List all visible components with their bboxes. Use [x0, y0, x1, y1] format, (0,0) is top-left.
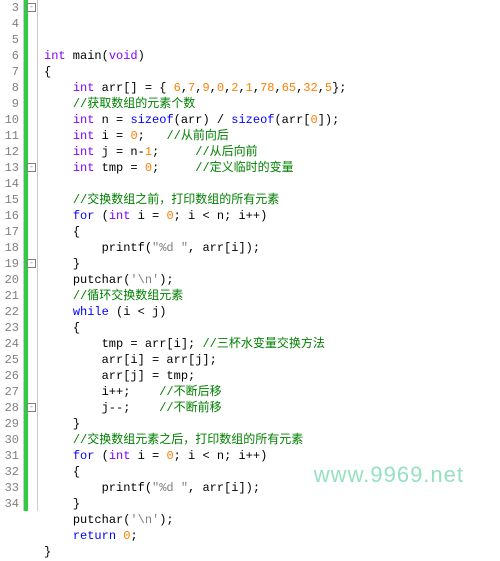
- code-line: for (int i = 0; i < n; i++): [44, 449, 500, 465]
- code-line: arr[j] = tmp;: [44, 369, 500, 385]
- line-number: 21: [2, 289, 19, 305]
- line-number-gutter: 3456789101112131415161718192021222324252…: [0, 0, 24, 511]
- code-line: {: [44, 225, 500, 241]
- code-line: arr[i] = arr[j];: [44, 353, 500, 369]
- line-number: 16: [2, 209, 19, 225]
- fold-toggle[interactable]: -: [27, 259, 36, 268]
- code-line: int i = 0; //从前向后: [44, 129, 500, 145]
- code-line: {: [44, 65, 500, 81]
- line-number: 31: [2, 449, 19, 465]
- line-number: 10: [2, 113, 19, 129]
- line-number: 22: [2, 305, 19, 321]
- code-line: int tmp = 0; //定义临时的变量: [44, 161, 500, 177]
- code-line: int arr[] = { 6,7,9,0,2,1,78,65,32,5};: [44, 81, 500, 97]
- code-line: while (i < j): [44, 305, 500, 321]
- line-number: 20: [2, 273, 19, 289]
- code-line: printf("%d ", arr[i]);: [44, 481, 500, 497]
- line-number: 30: [2, 433, 19, 449]
- code-line: [44, 177, 500, 193]
- line-number: 25: [2, 353, 19, 369]
- code-line: //获取数组的元素个数: [44, 97, 500, 113]
- code-line: //循环交换数组元素: [44, 289, 500, 305]
- line-number: 17: [2, 225, 19, 241]
- code-line: int main(void): [44, 49, 500, 65]
- line-number: 3: [2, 1, 19, 17]
- line-number: 14: [2, 177, 19, 193]
- code-line: i++; //不断后移: [44, 385, 500, 401]
- line-number: 6: [2, 49, 19, 65]
- line-number: 4: [2, 17, 19, 33]
- code-line: return 0;: [44, 529, 500, 545]
- line-number: 11: [2, 129, 19, 145]
- fold-margin: - - - -: [24, 0, 38, 511]
- code-area[interactable]: www.9969.net int main(void){ int arr[] =…: [38, 0, 500, 511]
- line-number: 28: [2, 401, 19, 417]
- change-marker: [24, 0, 28, 511]
- code-line: tmp = arr[i]; //三杯水变量交换方法: [44, 337, 500, 353]
- line-number: 9: [2, 97, 19, 113]
- line-number: 32: [2, 465, 19, 481]
- line-number: 26: [2, 369, 19, 385]
- code-editor: 3456789101112131415161718192021222324252…: [0, 0, 500, 511]
- line-number: 7: [2, 65, 19, 81]
- code-line: j--; //不断前移: [44, 401, 500, 417]
- code-line: }: [44, 257, 500, 273]
- line-number: 13: [2, 161, 19, 177]
- line-number: 5: [2, 33, 19, 49]
- line-number: 15: [2, 193, 19, 209]
- line-number: 29: [2, 417, 19, 433]
- code-line: //交换数组之前，打印数组的所有元素: [44, 193, 500, 209]
- code-line: }: [44, 545, 500, 561]
- code-line: for (int i = 0; i < n; i++): [44, 209, 500, 225]
- code-line: //交换数组元素之后，打印数组的所有元素: [44, 433, 500, 449]
- line-number: 19: [2, 257, 19, 273]
- line-number: 18: [2, 241, 19, 257]
- code-line: }: [44, 417, 500, 433]
- line-number: 12: [2, 145, 19, 161]
- fold-toggle[interactable]: -: [27, 163, 36, 172]
- code-line: putchar('\n');: [44, 513, 500, 529]
- code-line: int j = n-1; //从后向前: [44, 145, 500, 161]
- code-line: putchar('\n');: [44, 273, 500, 289]
- fold-toggle[interactable]: -: [27, 403, 36, 412]
- line-number: 24: [2, 337, 19, 353]
- code-line: int n = sizeof(arr) / sizeof(arr[0]);: [44, 113, 500, 129]
- code-line: printf("%d ", arr[i]);: [44, 241, 500, 257]
- code-line: {: [44, 465, 500, 481]
- code-line: }: [44, 497, 500, 513]
- line-number: 8: [2, 81, 19, 97]
- line-number: 23: [2, 321, 19, 337]
- code-line: {: [44, 321, 500, 337]
- fold-toggle[interactable]: -: [27, 3, 36, 12]
- line-number: 27: [2, 385, 19, 401]
- line-number: 33: [2, 481, 19, 497]
